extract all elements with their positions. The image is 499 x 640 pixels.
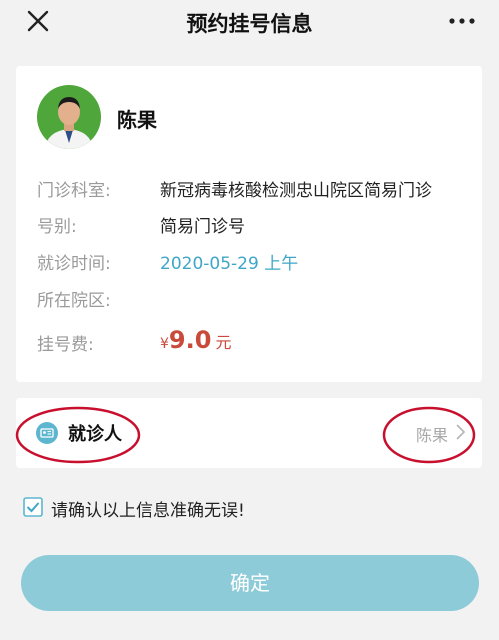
department-label: 门诊科室:: [37, 181, 111, 201]
fee-label: 挂号费:: [37, 335, 94, 355]
confirm-button[interactable]: 确定: [21, 555, 479, 611]
type-label: 号别:: [37, 217, 77, 237]
patient-row[interactable]: 就诊人 陈果: [16, 398, 482, 468]
doctor-name: 陈果: [117, 108, 157, 132]
fee-unit: 元: [215, 333, 232, 352]
doctor-avatar: [37, 85, 101, 149]
fee-value: ¥9.0 元: [160, 326, 231, 354]
doctor-card: 陈果 门诊科室: 新冠病毒核酸检测忠山院区简易门诊 号别: 简易门诊号 就诊时间…: [16, 66, 482, 382]
fee-currency: ¥: [160, 336, 169, 352]
info-row-department: 门诊科室: 新冠病毒核酸检测忠山院区简易门诊: [37, 176, 472, 202]
info-row-fee: 挂号费: ¥9.0 元: [37, 326, 472, 358]
info-row-time: 就诊时间: 2020-05-29 上午: [37, 249, 472, 275]
fee-amount: 9.0: [168, 326, 212, 354]
patient-label: 就诊人: [68, 424, 122, 445]
info-row-type: 号别: 简易门诊号: [37, 212, 472, 238]
info-row-campus: 所在院区:: [37, 286, 472, 312]
type-value: 简易门诊号: [160, 217, 245, 237]
more-icon[interactable]: [449, 14, 475, 28]
time-value: 2020-05-29 上午: [160, 254, 299, 274]
confirm-text: 请确认以上信息准确无误!: [51, 501, 245, 521]
time-label: 就诊时间:: [37, 254, 111, 274]
patient-value[interactable]: 陈果: [416, 422, 448, 446]
page-title: 预约挂号信息: [186, 12, 313, 36]
navbar: 预约挂号信息: [0, 0, 499, 44]
chevron-right-icon[interactable]: [454, 423, 466, 441]
department-value: 新冠病毒核酸检测忠山院区简易门诊: [160, 181, 432, 201]
confirm-checkbox[interactable]: [23, 497, 43, 517]
id-card-icon: [36, 422, 58, 444]
campus-label: 所在院区:: [37, 291, 111, 311]
